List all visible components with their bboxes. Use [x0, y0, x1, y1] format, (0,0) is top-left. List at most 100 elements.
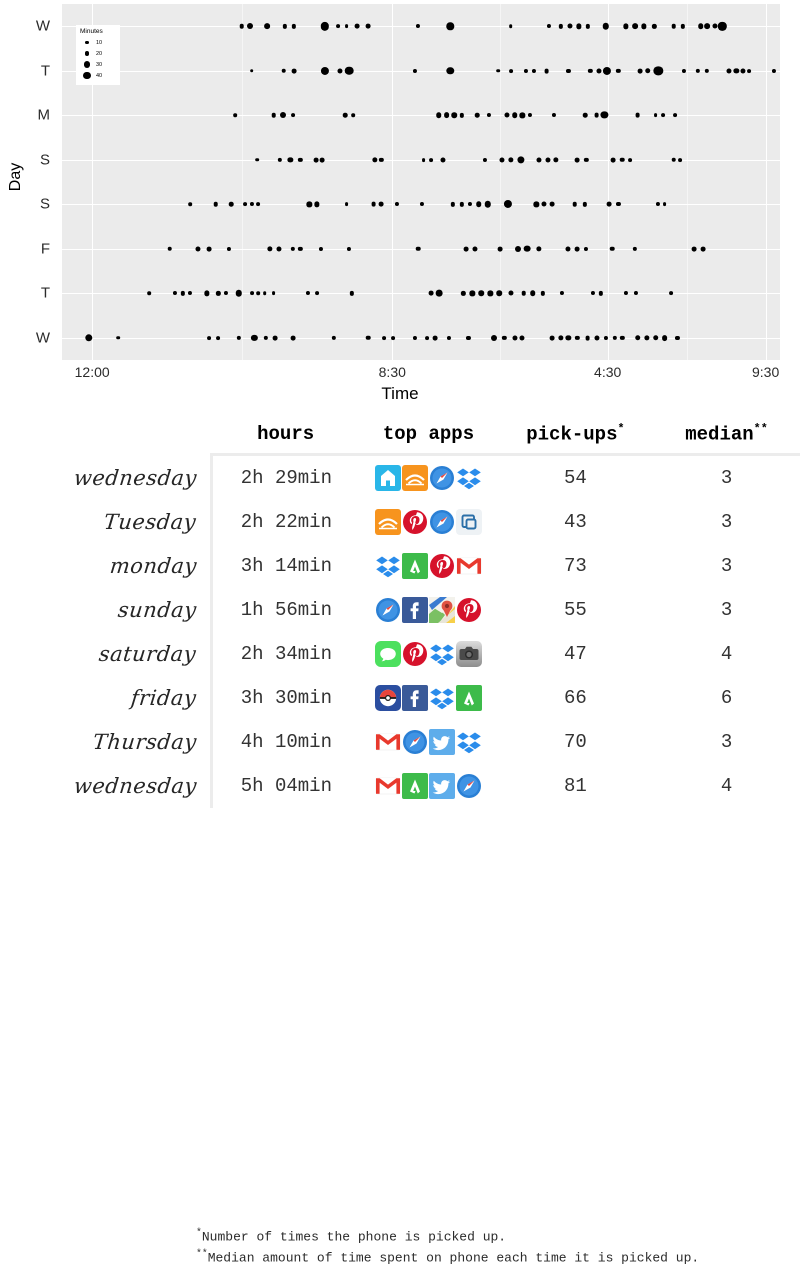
cell-day: friday: [0, 676, 214, 721]
scatter-point: [623, 23, 629, 29]
scatter-point: [366, 335, 371, 341]
twitter-icon: [428, 729, 455, 756]
legend-label: 20: [96, 50, 103, 57]
scatter-point: [354, 23, 360, 29]
scatter-point: [213, 201, 219, 207]
x-tick-label: 4:30: [594, 364, 622, 380]
legend-dot: [83, 61, 91, 68]
scatter-point: [264, 23, 271, 30]
scatter-point: [475, 112, 480, 118]
scatter-point: [598, 291, 603, 296]
scatter-point: [320, 66, 329, 75]
scatter-point: [536, 157, 542, 163]
scatter-point: [652, 24, 657, 29]
scatter-point: [678, 157, 682, 162]
cell-hours: 3h 14min: [240, 555, 332, 578]
feedly-icon: [401, 773, 428, 800]
scatter-point: [381, 335, 386, 340]
app-icon-list: [359, 773, 497, 800]
scatter-point: [610, 157, 616, 163]
scatter-point: [447, 335, 452, 340]
scatter-point: [276, 246, 282, 252]
scatter-point: [620, 157, 625, 163]
app-icon-list: [359, 641, 497, 668]
cell-hours: 3h 30min: [240, 687, 332, 710]
scatter-point: [637, 68, 643, 74]
audible-icon: [374, 509, 401, 536]
scatter-point: [565, 246, 571, 252]
safari-icon: [429, 509, 455, 535]
scatter-point: [432, 335, 438, 341]
scatter-point: [620, 335, 625, 340]
scatter-point: [366, 23, 371, 29]
cell-hours: 2h 29min: [240, 467, 332, 490]
scatter-point: [272, 335, 278, 341]
pinterest-icon: [456, 597, 482, 623]
scatter-point: [508, 68, 513, 73]
scatter-point: [559, 291, 565, 296]
scatter-point: [609, 246, 615, 252]
scatter-point: [314, 201, 320, 207]
scatter-point: [576, 23, 582, 29]
scatter-point: [644, 335, 650, 341]
scatter-point: [508, 290, 514, 296]
scatter-point: [512, 335, 518, 341]
scatter-point: [255, 157, 259, 162]
scatter-point: [371, 201, 376, 207]
scatter-point: [337, 68, 343, 74]
scatter-point: [575, 157, 580, 163]
day-label: sunday: [116, 598, 198, 623]
table-row: saturday 2h 34min 47 4: [0, 632, 800, 677]
cell-top-apps: [359, 455, 497, 501]
cell-pickups: 54: [563, 467, 587, 490]
cell-median: 3: [720, 467, 733, 490]
scatter-point: [271, 291, 276, 296]
safari-icon: [375, 597, 401, 623]
cell-pickups: 70: [563, 731, 587, 754]
legend-row: 40: [80, 70, 116, 81]
day-label: Tuesday: [103, 510, 198, 535]
legend-rows: 10 20 30 40: [80, 37, 116, 81]
day-label: monday: [108, 554, 198, 579]
scatter-point: [491, 334, 498, 341]
cell-pickups: 81: [563, 775, 587, 798]
scatter-point: [287, 157, 293, 163]
scatter-point: [390, 335, 395, 340]
scatter-point: [394, 202, 399, 207]
footnote-two-marker: **: [196, 1248, 208, 1260]
legend-row: 10: [80, 37, 116, 48]
header-median-footnote-marker: **: [753, 422, 768, 436]
facebook-icon: [401, 685, 428, 712]
legend-key: [80, 40, 94, 45]
scatter-point: [421, 157, 426, 162]
y-tick-label: F: [40, 240, 50, 258]
scatter-point: [588, 68, 593, 73]
scatter-point: [652, 334, 659, 341]
scatter-point: [519, 335, 525, 341]
scatter-point: [298, 246, 303, 251]
scatter-point: [612, 335, 617, 340]
scatter-point: [524, 68, 529, 73]
gmail-icon: [456, 553, 482, 579]
cell-pickups: 73: [563, 555, 587, 578]
scatter-point: [343, 112, 348, 118]
scatter-point: [291, 68, 297, 74]
scatter-point: [239, 23, 244, 29]
app-icon-list: [359, 465, 497, 492]
app-icon-list: [359, 509, 497, 536]
x-tick-label: 9:30: [752, 364, 780, 380]
phone-usage-scatter-chart: WTMSSFTW Day Time Minutes 10 20 30 40 12:00…: [0, 0, 800, 408]
scatter-point: [429, 157, 434, 162]
safari-icon: [429, 465, 455, 491]
dropbox-icon: [456, 465, 482, 491]
scatter-point: [478, 290, 485, 297]
scatter-point: [653, 113, 658, 118]
pokemon-go-icon: [374, 685, 401, 712]
header-pickups-text: pick-ups: [526, 423, 618, 446]
scatter-point: [216, 291, 221, 296]
daily-summary-table: hours top apps pick-ups* median** wednes…: [0, 408, 800, 1266]
google-maps-icon: [428, 597, 455, 624]
facebook-icon: [401, 597, 428, 624]
scatter-point: [584, 157, 589, 162]
cell-median: 6: [720, 687, 733, 710]
